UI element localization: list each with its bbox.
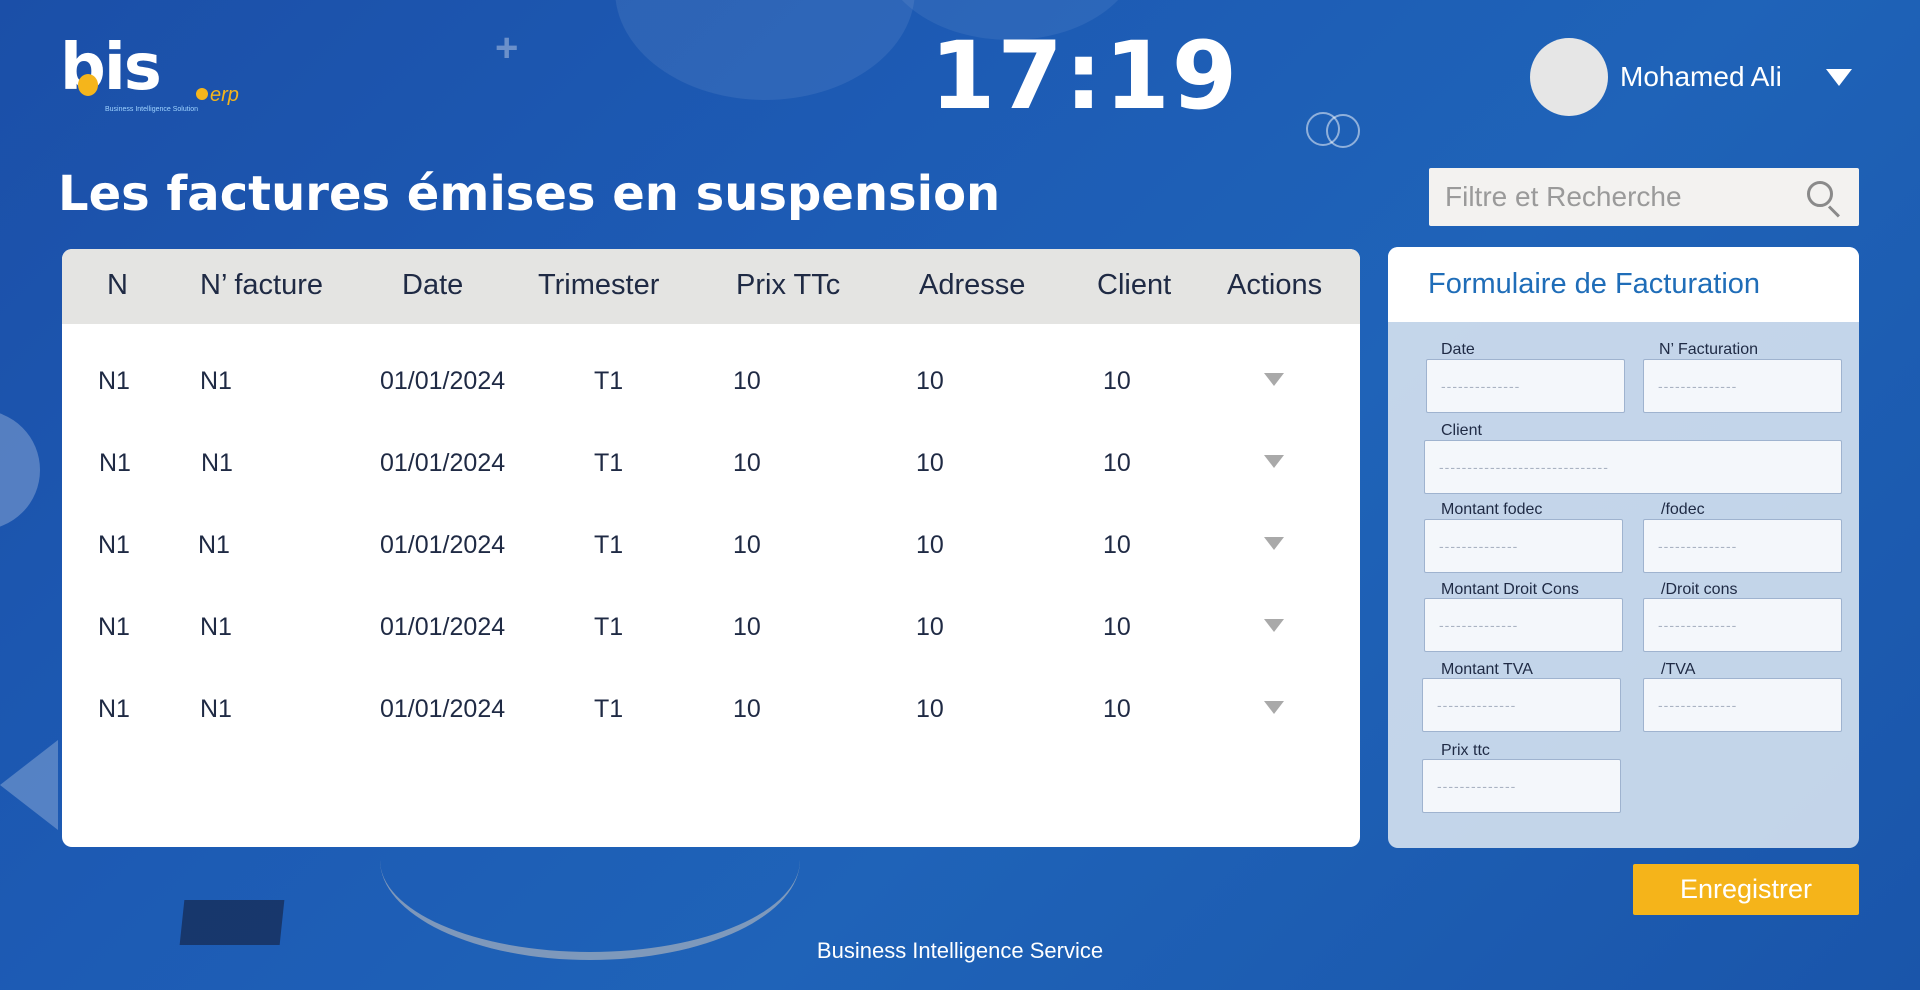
table-row[interactable]: N1 N1 01/01/2024 T1 10 10 10 [62, 343, 1360, 425]
column-header-adresse: Adresse [919, 269, 1026, 301]
invoices-table: N N’ facture Date Trimester Prix TTc Adr… [62, 249, 1360, 847]
cell-client: 10 [1103, 367, 1131, 395]
column-header-date: Date [402, 269, 464, 301]
date-field[interactable] [1426, 359, 1625, 413]
bg-ring [1306, 112, 1340, 146]
montant-fodec-label: Montant fodec [1441, 501, 1543, 518]
table-row[interactable]: N1 N1 01/01/2024 T1 10 10 10 [62, 425, 1360, 507]
table-row[interactable]: N1 N1 01/01/2024 T1 10 10 10 [62, 589, 1360, 671]
cell-adresse: 10 [916, 531, 944, 559]
cell-prix-ttc: 10 [733, 613, 761, 641]
footer-text: Business Intelligence Service [816, 938, 1104, 963]
table-row[interactable]: N1 N1 01/01/2024 T1 10 10 10 [62, 507, 1360, 589]
column-header-actions: Actions [1227, 269, 1323, 301]
bg-circle [615, 0, 915, 100]
cell-prix-ttc: 10 [733, 531, 761, 559]
n-facturation-field[interactable] [1643, 359, 1842, 413]
cell-n: N1 [98, 613, 130, 641]
logo-dot [196, 88, 208, 100]
column-header-prix-ttc: Prix TTc [736, 269, 841, 301]
column-header-client: Client [1097, 269, 1172, 301]
logo-dot [78, 74, 98, 96]
pct-droit-cons-label: /Droit cons [1661, 581, 1738, 598]
chevron-down-icon[interactable] [1264, 701, 1284, 714]
chevron-down-icon[interactable] [1264, 455, 1284, 468]
cell-n-facture: N1 [198, 531, 230, 559]
clock: 17:19 [930, 22, 1240, 131]
avatar[interactable] [1530, 38, 1608, 116]
pct-fodec-field[interactable] [1643, 519, 1842, 573]
chevron-down-icon[interactable] [1264, 619, 1284, 632]
cell-trimester: T1 [594, 695, 624, 723]
cell-date: 01/01/2024 [380, 367, 506, 395]
cell-adresse: 10 [916, 613, 944, 641]
form-title: Formulaire de Facturation [1388, 247, 1859, 322]
bg-ring [1326, 114, 1360, 148]
montant-droit-cons-label: Montant Droit Cons [1441, 581, 1579, 598]
column-header-n: N [107, 269, 128, 301]
chevron-down-icon[interactable] [1264, 373, 1284, 386]
cell-date: 01/01/2024 [380, 531, 506, 559]
montant-droit-cons-field[interactable] [1424, 598, 1623, 652]
cell-client: 10 [1103, 613, 1131, 641]
search-box[interactable] [1429, 168, 1859, 226]
cell-prix-ttc: 10 [733, 695, 761, 723]
cell-adresse: 10 [916, 449, 944, 477]
bg-triangle [0, 740, 58, 830]
client-label: Client [1441, 422, 1482, 439]
cell-n-facture: N1 [200, 367, 232, 395]
user-menu[interactable]: Mohamed Ali [1530, 38, 1852, 116]
cell-n: N1 [98, 531, 130, 559]
pct-droit-cons-field[interactable] [1643, 598, 1842, 652]
cell-client: 10 [1103, 695, 1131, 723]
cell-n: N1 [98, 367, 130, 395]
cell-n: N1 [98, 695, 130, 723]
n-facturation-label: N’ Facturation [1659, 341, 1758, 358]
logo-suffix: erp [210, 84, 239, 106]
prix-ttc-label: Prix ttc [1441, 742, 1490, 759]
cell-trimester: T1 [594, 613, 624, 641]
column-header-trimester: Trimester [538, 269, 660, 301]
chevron-down-icon[interactable] [1264, 537, 1284, 550]
cell-n-facture: N1 [201, 449, 233, 477]
cell-prix-ttc: 10 [733, 449, 761, 477]
table-row[interactable]: N1 N1 01/01/2024 T1 10 10 10 [62, 671, 1360, 753]
cell-prix-ttc: 10 [733, 367, 761, 395]
save-button[interactable]: Enregistrer [1633, 864, 1859, 915]
pct-fodec-label: /fodec [1661, 501, 1705, 518]
date-label: Date [1441, 341, 1475, 358]
prix-ttc-field[interactable] [1422, 759, 1621, 813]
cell-date: 01/01/2024 [380, 449, 506, 477]
cell-date: 01/01/2024 [380, 613, 506, 641]
chevron-down-icon[interactable] [1825, 68, 1852, 86]
cell-client: 10 [1103, 449, 1131, 477]
plus-icon: + [495, 26, 519, 70]
cell-n: N1 [99, 449, 131, 477]
montant-tva-field[interactable] [1422, 678, 1621, 732]
cell-date: 01/01/2024 [380, 695, 506, 723]
cell-trimester: T1 [594, 449, 624, 477]
logo: bis erp Business Intelligence Solution [60, 36, 250, 116]
cell-adresse: 10 [916, 695, 944, 723]
pct-tva-label: /TVA [1661, 661, 1696, 678]
logo-tagline: Business Intelligence Solution [105, 106, 199, 113]
search-icon[interactable] [1803, 177, 1843, 218]
montant-tva-label: Montant TVA [1441, 661, 1533, 678]
cell-client: 10 [1103, 531, 1131, 559]
page-title: Les factures émises en suspension [58, 166, 1001, 222]
search-input[interactable] [1445, 181, 1785, 213]
client-field[interactable] [1424, 440, 1842, 494]
cell-trimester: T1 [594, 367, 624, 395]
column-header-n-facture: N’ facture [200, 269, 324, 301]
cell-trimester: T1 [594, 531, 624, 559]
cell-n-facture: N1 [200, 613, 232, 641]
montant-fodec-field[interactable] [1424, 519, 1623, 573]
bg-half-circle [0, 410, 40, 530]
user-name: Mohamed Ali [1620, 61, 1782, 92]
pct-tva-field[interactable] [1643, 678, 1842, 732]
cell-n-facture: N1 [200, 695, 232, 723]
cell-adresse: 10 [916, 367, 944, 395]
invoice-form: Formulaire de Facturation Date N’ Factur… [1388, 247, 1859, 848]
